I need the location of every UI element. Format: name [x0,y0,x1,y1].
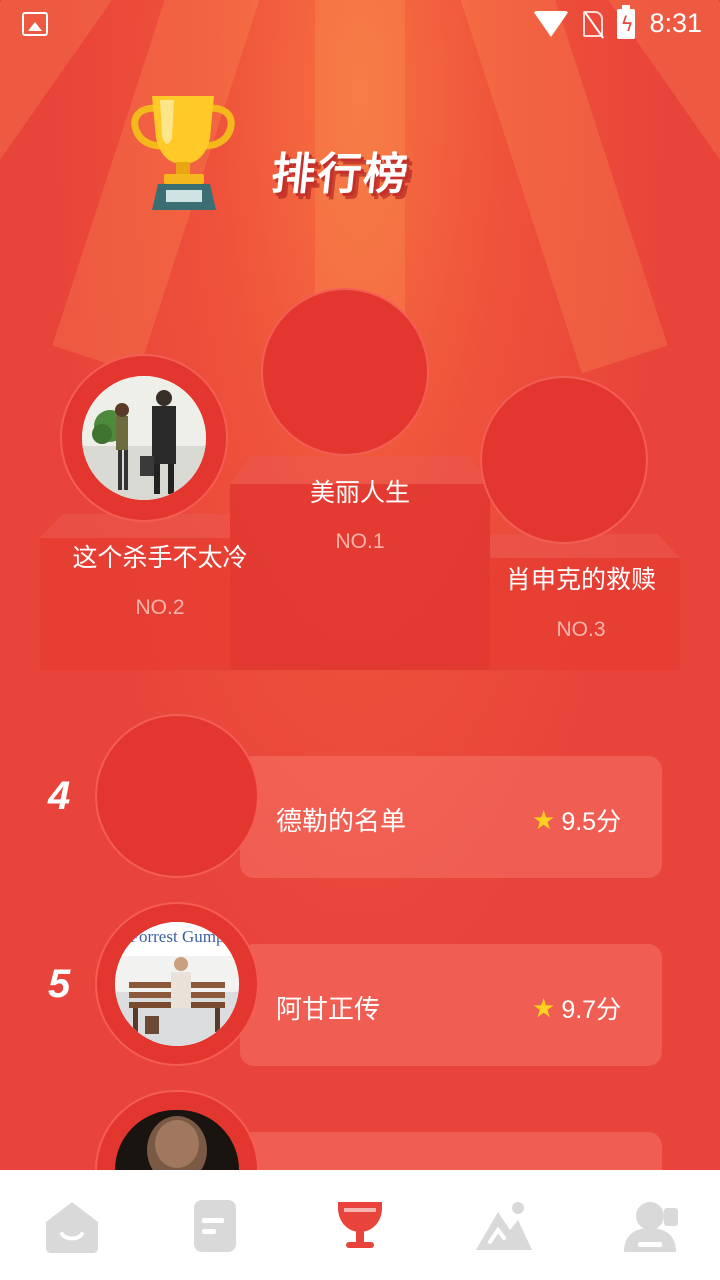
podium-rank-1: NO.1 [335,530,385,553]
no-sim-icon [583,10,604,37]
trophy-logo-icon [131,96,235,210]
list-item[interactable] [240,1132,662,1170]
list-item-score: ★ 9.7分 [532,992,622,1025]
document-icon[interactable] [186,1198,246,1254]
rank-number: 4 [48,774,71,818]
clock: 8:31 [649,8,702,38]
bottom-nav [0,1170,720,1280]
podium-rank-2: NO.2 [135,596,185,619]
list-avatar[interactable] [95,714,259,878]
podium-name-3: 肖申克的救赎 [505,565,656,594]
page-title: 排行榜 [268,149,413,200]
image-notification-icon [22,12,48,36]
podium-step-1 [230,484,490,670]
podium-avatar-3[interactable] [480,376,648,544]
mountain-icon[interactable] [474,1198,534,1254]
list-item-name: 德勒的名单 [276,807,407,837]
trophy-icon[interactable] [330,1198,390,1254]
star-icon: ★ [532,804,556,835]
star-icon: ★ [532,992,556,1023]
wifi-icon [533,10,570,37]
home-icon[interactable] [42,1198,102,1254]
list-item-name: 阿甘正传 [276,995,381,1025]
movie-poster-leon[interactable] [82,376,206,500]
movie-poster-forrest-gump[interactable]: Forrest Gump [115,922,239,1046]
podium-avatar-1[interactable] [261,288,429,456]
rank-number: 5 [48,962,71,1006]
podium-name-1: 美丽人生 [309,478,410,507]
status-bar: ϟ 8:31 [0,0,720,50]
profile-icon[interactable] [620,1198,680,1254]
podium-rank-3: NO.3 [556,618,606,641]
battery-charging-icon: ϟ [617,4,636,39]
list-item-score: ★ 9.5分 [532,804,622,837]
